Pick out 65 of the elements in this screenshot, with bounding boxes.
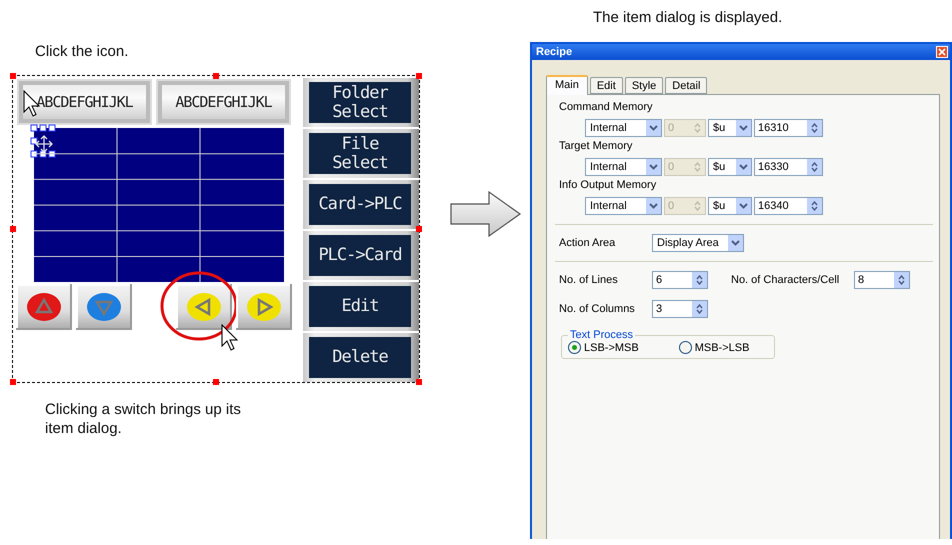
result-caption: The item dialog is displayed. [592,8,784,27]
selection-handle[interactable] [10,379,16,385]
spin-arrows-icon [694,123,701,133]
type-dropdown[interactable]: $u [708,119,752,137]
field-label: Command Memory [559,101,654,115]
radio-option[interactable]: LSB->MSB [568,341,639,354]
spin-arrows-icon [696,275,703,285]
text-display[interactable]: ABCDEFGHIJKL [17,79,152,125]
table-drawing[interactable] [30,124,284,282]
tab[interactable]: Edit [590,77,623,94]
selection-handle[interactable] [10,73,16,79]
description-caption: Clicking a switch brings up its item dialog. [44,400,242,438]
switch-button[interactable] [236,284,292,330]
spin-arrows-icon [898,275,905,285]
group-title: Text Process [569,329,634,341]
close-button[interactable] [936,46,948,58]
type-dropdown[interactable]: $u [708,158,752,176]
field-label: No. of Columns [559,303,636,315]
command-button[interactable]: File Select [303,129,419,178]
spin-arrows-icon [811,162,818,172]
device-dropdown[interactable]: Internal [585,119,662,137]
command-button[interactable]: Edit [303,282,419,331]
field-label: Action Area [559,237,616,249]
columns-spinbox[interactable]: 3 [652,300,708,318]
mouse-pointer-icon [221,324,238,351]
tab[interactable]: Style [624,77,664,94]
selection-handle[interactable] [213,379,219,385]
device-dropdown[interactable]: Internal [585,158,662,176]
address-spinbox[interactable]: 16330 [754,158,823,176]
field-label: No. of Lines [559,274,619,286]
switch-button[interactable] [76,284,132,330]
close-icon [938,48,946,56]
switch-button[interactable] [176,284,232,330]
tab[interactable]: Detail [665,77,708,94]
address-spinbox[interactable]: 16340 [754,197,823,215]
field-label: No. of Characters/Cell [731,274,840,286]
spin-arrows-icon [696,304,703,314]
type-dropdown[interactable]: $u [708,197,752,215]
lines-spinbox[interactable]: 6 [652,271,708,289]
selection-handle[interactable] [213,73,219,79]
selection-handle[interactable] [416,379,422,385]
field-label: Info Output Memory [559,179,658,193]
selection-handle[interactable] [416,73,422,79]
instruction-caption: Click the icon. [34,42,130,61]
window-title: Recipe [536,46,572,58]
action-area-dropdown[interactable]: Display Area [652,234,744,252]
selection-handle[interactable] [10,226,16,232]
device-dropdown[interactable]: Internal [585,197,662,215]
text-display[interactable]: ABCDEFGHIJKL [156,79,291,125]
command-button[interactable]: Delete [303,333,419,382]
command-button[interactable]: Folder Select [303,78,419,127]
tab[interactable]: Main [546,75,588,95]
switch-button[interactable] [16,284,72,330]
field-label: Target Memory [559,140,634,154]
characters-spinbox[interactable]: 8 [854,271,910,289]
command-button[interactable]: PLC->Card [303,231,419,280]
selection-handle[interactable] [416,226,422,232]
command-button[interactable]: Card->PLC [303,180,419,229]
spin-arrows-icon [694,162,701,172]
right-arrow-icon [450,190,522,238]
radio-option[interactable]: MSB->LSB [678,341,750,354]
spin-arrows-icon [811,201,818,211]
spin-arrows-icon [811,123,818,133]
address-spinbox[interactable]: 16310 [754,119,823,137]
spin-arrows-icon [694,201,701,211]
